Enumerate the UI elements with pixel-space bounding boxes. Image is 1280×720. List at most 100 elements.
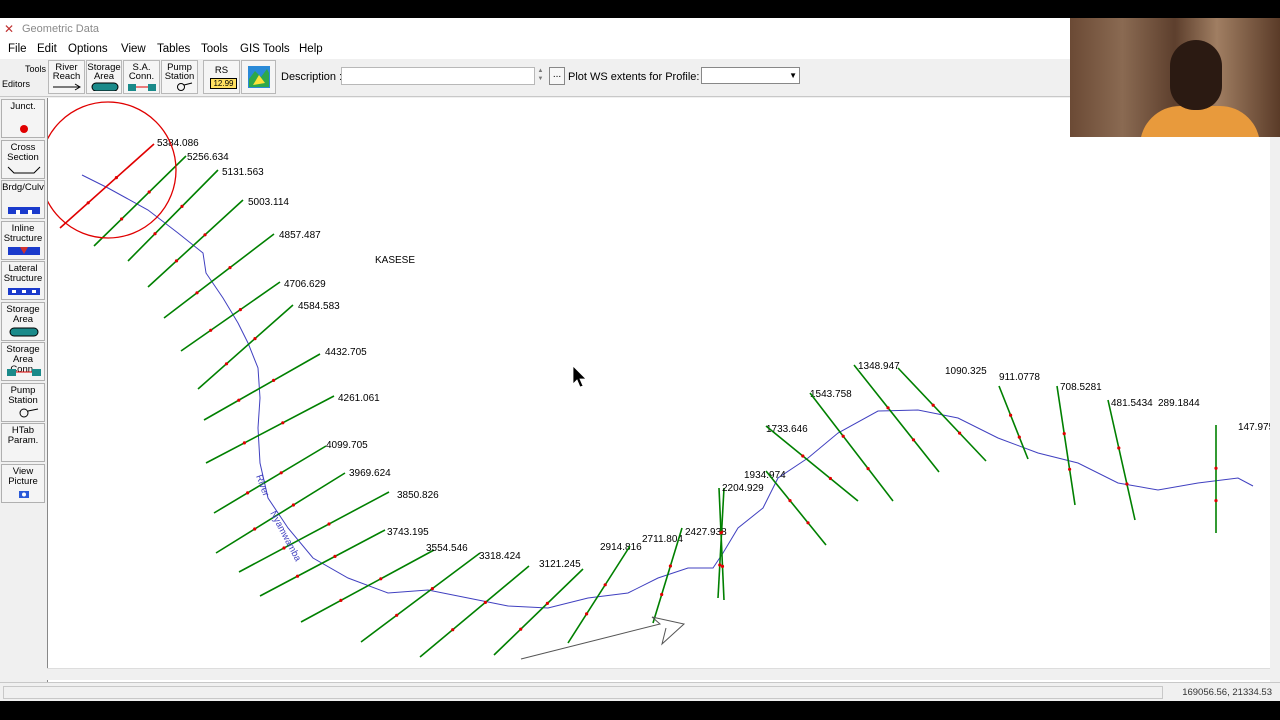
- river-name-label: River: [253, 473, 271, 498]
- junction-icon: [20, 125, 28, 133]
- view-picture-icon: [19, 490, 29, 498]
- bank-station-marker: [545, 601, 549, 605]
- lateral-structure-icon: [8, 288, 40, 295]
- lateral-structure-button[interactable]: Lateral Structure: [1, 261, 45, 300]
- bank-station-marker: [451, 628, 455, 632]
- cross-section-line[interactable]: [1056, 385, 1076, 506]
- cross-section-line[interactable]: [419, 565, 530, 658]
- bank-station-marker: [806, 521, 810, 525]
- cross-section-label: 3318.424: [479, 551, 521, 562]
- storage-area-editor-button[interactable]: Storage Area: [1, 301, 45, 341]
- menu-tools[interactable]: Tools: [201, 43, 228, 55]
- tools-editors-header: Tools Editors: [0, 59, 46, 97]
- bank-station-marker: [279, 471, 283, 475]
- cross-section-label: 2204.929: [722, 483, 764, 494]
- bank-station-marker: [114, 176, 118, 180]
- status-message-panel: [3, 686, 1163, 699]
- menu-tables[interactable]: Tables: [157, 43, 190, 55]
- bank-station-marker: [788, 499, 792, 503]
- pump-station-editor-button-label-1: Pump: [10, 384, 36, 396]
- storage-area-button[interactable]: Storage Area: [86, 60, 122, 94]
- cross-section-line[interactable]: [897, 367, 987, 462]
- rs-label-button[interactable]: RS 12.99: [203, 60, 240, 94]
- menu-gis-tools[interactable]: GIS Tools: [240, 43, 290, 55]
- pump-station-editor-button[interactable]: Pump Station: [1, 382, 45, 422]
- cross-section-line[interactable]: [203, 353, 321, 421]
- bank-station-marker: [1214, 466, 1218, 470]
- junction-button[interactable]: Junct.: [1, 99, 45, 138]
- cross-section-line[interactable]: [853, 364, 940, 473]
- reach-name-label: Nyamwamba: [267, 509, 303, 564]
- description-spinner[interactable]: ▲ ▼: [536, 67, 545, 85]
- description-input[interactable]: [341, 67, 535, 85]
- bank-station-marker: [1017, 435, 1021, 439]
- bank-station-marker: [174, 259, 179, 263]
- background-map-button[interactable]: [241, 60, 276, 94]
- cross-section-label: 3121.245: [539, 559, 581, 570]
- cross-section-line[interactable]: [360, 552, 481, 643]
- cross-section-line[interactable]: [765, 470, 827, 546]
- cross-section-label: 911.0778: [999, 372, 1040, 383]
- cross-section-line[interactable]: [163, 233, 275, 319]
- pump-station-button[interactable]: Pump Station: [161, 60, 198, 94]
- cross-section-line[interactable]: [1107, 399, 1136, 521]
- cross-section-line[interactable]: [213, 445, 327, 514]
- bank-station-marker: [395, 613, 399, 617]
- cross-section-label: 5384.086: [157, 138, 199, 149]
- presenter-shirt: [1140, 106, 1260, 137]
- htab-param-button[interactable]: HTab Param.: [1, 423, 45, 462]
- bank-station-marker: [801, 454, 805, 458]
- bank-station-marker: [603, 583, 607, 587]
- cross-section-line[interactable]: [238, 491, 390, 573]
- schematic-canvas[interactable]: 5384.086 5256.634 5131.563 5003.114 4857.487…: [47, 98, 1271, 688]
- view-picture-button[interactable]: View Picture: [1, 463, 45, 503]
- screen: ✕ Geometric Data File Edit Options View …: [0, 0, 1280, 720]
- cross-section-label: 1090.325: [945, 366, 987, 377]
- rs-value-tag: 12.99: [210, 78, 237, 89]
- cross-section-label: 4099.705: [326, 440, 368, 451]
- menu-edit[interactable]: Edit: [37, 43, 57, 55]
- pump-icon: [177, 82, 193, 91]
- menu-help[interactable]: Help: [299, 43, 323, 55]
- menu-view[interactable]: View: [121, 43, 146, 55]
- inline-structure-button-label-2: Structure: [3, 232, 43, 244]
- schematic-svg[interactable]: 5384.086 5256.634 5131.563 5003.114 4857.487…: [48, 98, 1271, 688]
- cross-section-line[interactable]: [59, 143, 155, 229]
- cross-section-line[interactable]: [215, 472, 346, 554]
- bank-station-marker: [1125, 482, 1129, 486]
- sa-connection-editor-button[interactable]: Storage Area Conn.: [1, 342, 45, 381]
- storage-area-connection-icon: [7, 369, 41, 376]
- profile-select[interactable]: ▼: [701, 67, 800, 84]
- menu-file[interactable]: File: [8, 43, 27, 55]
- cross-section-line[interactable]: [197, 304, 294, 390]
- description-more-button[interactable]: ...: [549, 67, 565, 85]
- horizontal-scrollbar[interactable]: [47, 668, 1270, 680]
- inline-structure-button[interactable]: Inline Structure: [1, 220, 45, 260]
- cross-section-icon: [7, 166, 41, 173]
- cross-section-button-label-1: Cross: [10, 141, 36, 153]
- inline-structure-button-label-1: Inline: [11, 222, 35, 234]
- cross-section-button[interactable]: Cross Section: [1, 139, 45, 179]
- bank-station-marker: [333, 554, 337, 558]
- cross-section-line[interactable]: [127, 169, 219, 262]
- cross-section-line[interactable]: [147, 199, 244, 288]
- bank-station-marker: [1117, 446, 1121, 450]
- bridge-culvert-button[interactable]: Brdg/Culv: [1, 180, 45, 219]
- river-reach-button[interactable]: River Reach: [48, 60, 85, 94]
- cross-section-line[interactable]: [93, 155, 187, 247]
- htab-param-button-label-2: Param.: [7, 435, 39, 446]
- vertical-scrollbar[interactable]: [1270, 98, 1280, 668]
- cross-section-label: 1934.974: [744, 470, 786, 481]
- cross-section-label: 289.1844: [1158, 398, 1200, 409]
- cross-section-label: 708.5281: [1060, 382, 1102, 393]
- cross-section-line[interactable]: [809, 392, 894, 502]
- sa-connection-button[interactable]: S.A. Conn.: [123, 60, 160, 94]
- cross-section-label: 2914.816: [600, 542, 642, 553]
- cross-section-line[interactable]: [998, 385, 1029, 460]
- hecras-app-icon: ✕: [4, 22, 15, 36]
- bank-station-marker: [719, 531, 723, 535]
- bank-station-marker: [430, 587, 434, 591]
- cross-section-line[interactable]: [300, 549, 435, 623]
- cross-section-line[interactable]: [493, 568, 584, 656]
- menu-options[interactable]: Options: [68, 43, 108, 55]
